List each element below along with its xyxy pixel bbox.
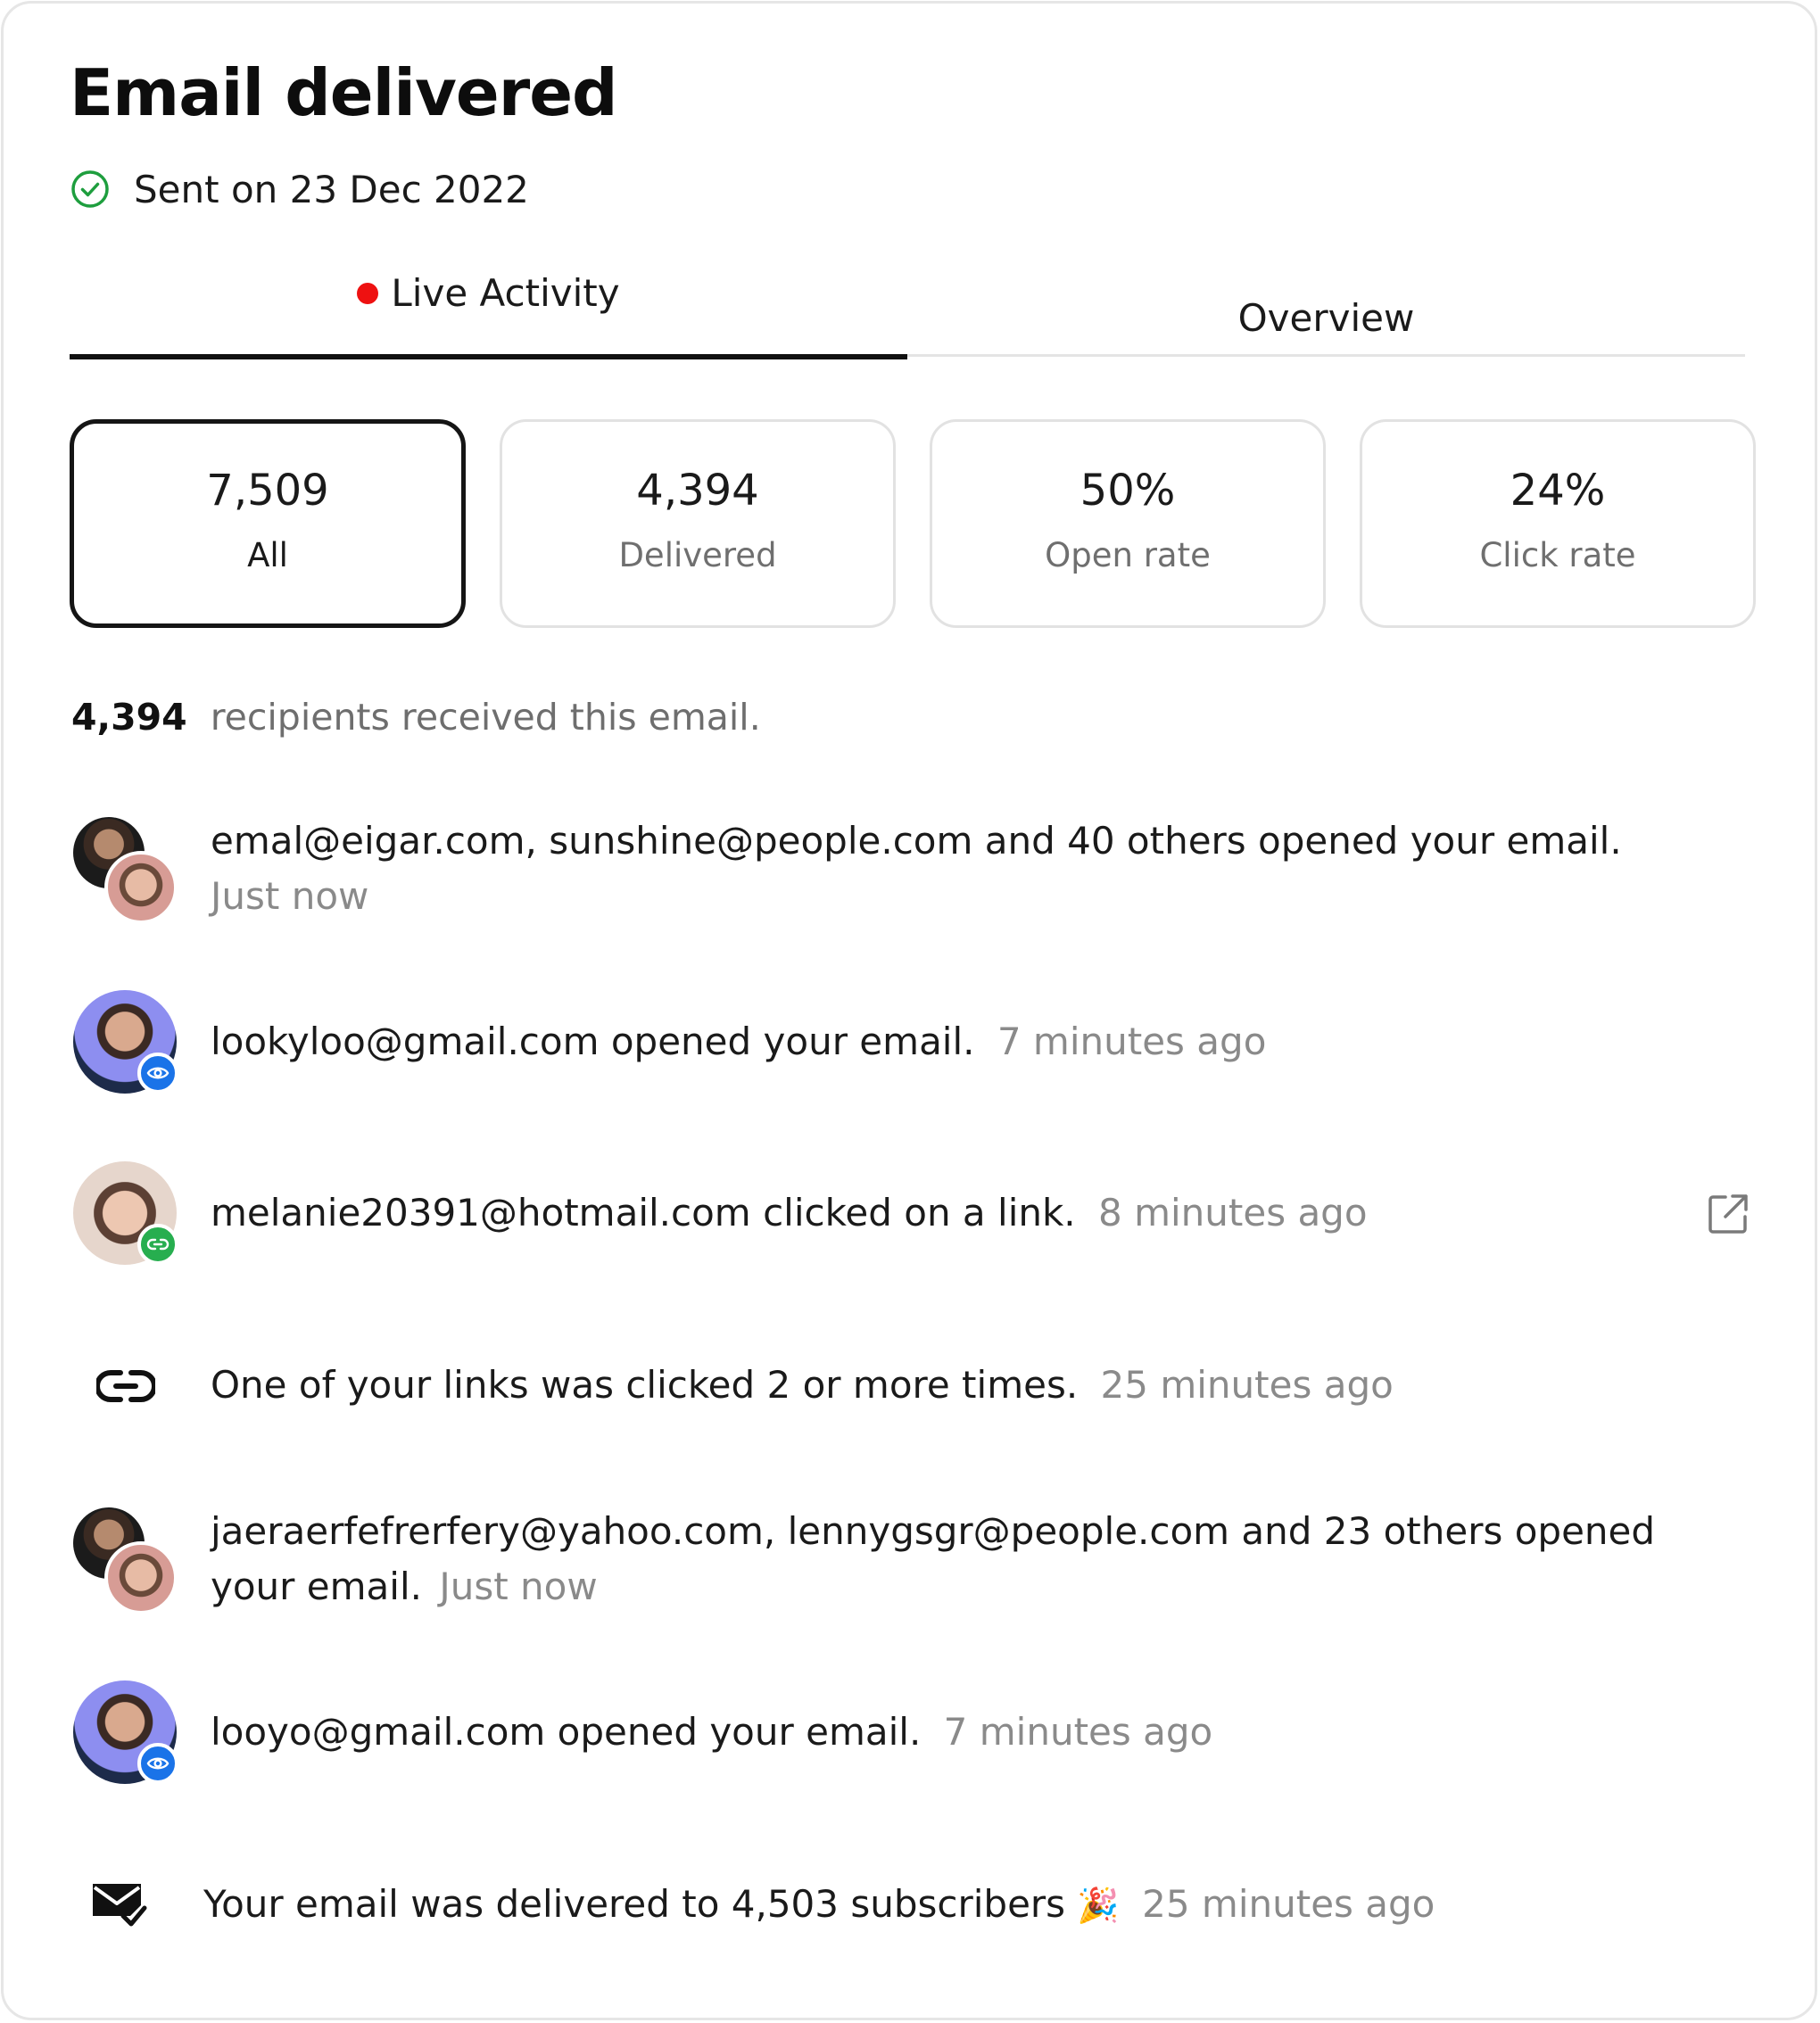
avatar bbox=[104, 851, 178, 924]
check-circle-icon bbox=[71, 170, 109, 208]
group-avatar bbox=[73, 1507, 180, 1614]
tab-overview[interactable]: Overview bbox=[907, 259, 1745, 357]
page-title: Email delivered bbox=[70, 55, 618, 130]
activity-time: 8 minutes ago bbox=[1098, 1191, 1368, 1234]
activity-item: looyo@gmail.com opened your email. 7 min… bbox=[211, 1705, 1212, 1760]
badge bbox=[137, 1224, 178, 1265]
stat-label: Delivered bbox=[618, 535, 777, 574]
activity-text: emal@eigar.com, sunshine@people.com and … bbox=[211, 819, 1622, 863]
tab-live-activity[interactable]: Live Activity bbox=[70, 259, 907, 359]
mail-check-icon bbox=[93, 1884, 147, 1927]
avatar-with-badge bbox=[73, 1680, 180, 1788]
activity-time: 25 minutes ago bbox=[1142, 1882, 1435, 1926]
stat-card-click-rate[interactable]: 24% Click rate bbox=[1360, 419, 1756, 628]
stat-label: Click rate bbox=[1479, 535, 1636, 574]
activity-item: melanie20391@hotmail.com clicked on a li… bbox=[211, 1185, 1368, 1241]
tab-overview-label: Overview bbox=[1237, 295, 1415, 340]
stat-label: All bbox=[247, 535, 288, 574]
activity-time: 7 minutes ago bbox=[943, 1710, 1213, 1754]
activity-time: 7 minutes ago bbox=[997, 1020, 1267, 1063]
stat-value: 50% bbox=[1080, 465, 1176, 516]
activity-text: Your email was delivered to 4,503 subscr… bbox=[203, 1882, 1066, 1926]
activity-text: melanie20391@hotmail.com clicked on a li… bbox=[211, 1191, 1076, 1234]
tab-live-activity-label: Live Activity bbox=[391, 271, 620, 315]
activity-time: 25 minutes ago bbox=[1100, 1363, 1394, 1407]
live-indicator-dot bbox=[357, 282, 379, 304]
link-icon bbox=[146, 1238, 170, 1251]
external-link-icon[interactable] bbox=[1706, 1192, 1750, 1236]
avatar-with-badge bbox=[73, 1161, 180, 1268]
sent-status: Sent on 23 Dec 2022 bbox=[70, 161, 529, 218]
activity-text: looyo@gmail.com opened your email. bbox=[211, 1710, 922, 1754]
activity-item: One of your links was clicked 2 or more … bbox=[211, 1358, 1394, 1413]
avatar-with-badge bbox=[73, 990, 180, 1097]
link-icon bbox=[96, 1370, 155, 1402]
activity-text: lookyloo@gmail.com opened your email. bbox=[211, 1020, 975, 1063]
tab-bar: Live Activity Overview bbox=[70, 259, 1745, 359]
activity-time: Just now bbox=[211, 874, 369, 918]
recipients-summary: 4,394 recipients received this email. bbox=[71, 696, 761, 739]
recipients-count: 4,394 bbox=[71, 696, 187, 739]
stat-card-delivered[interactable]: 4,394 Delivered bbox=[500, 419, 896, 628]
activity-item: lookyloo@gmail.com opened your email. 7 … bbox=[211, 1014, 1266, 1069]
party-popper-emoji: 🎉 bbox=[1077, 1886, 1120, 1925]
activity-time: Just now bbox=[439, 1565, 598, 1608]
badge bbox=[137, 1743, 178, 1784]
activity-item: Your email was delivered to 4,503 subscr… bbox=[203, 1877, 1435, 1933]
stat-card-open-rate[interactable]: 50% Open rate bbox=[930, 419, 1326, 628]
activity-text: jaeraerfefrerfery@yahoo.com, lennygsgr@p… bbox=[211, 1509, 1656, 1553]
stat-value: 4,394 bbox=[636, 465, 759, 516]
eye-icon bbox=[146, 1067, 170, 1079]
activity-text: your email. bbox=[211, 1565, 422, 1608]
eye-icon bbox=[146, 1757, 170, 1770]
group-avatar bbox=[73, 817, 180, 924]
stat-value: 24% bbox=[1510, 465, 1606, 516]
avatar bbox=[104, 1541, 178, 1614]
recipients-text: recipients received this email. bbox=[210, 696, 761, 739]
activity-text: One of your links was clicked 2 or more … bbox=[211, 1363, 1079, 1407]
activity-item: your email. Just now bbox=[211, 1559, 598, 1614]
sent-date: Sent on 23 Dec 2022 bbox=[134, 167, 529, 211]
stat-label: Open rate bbox=[1045, 535, 1211, 574]
badge bbox=[137, 1053, 178, 1094]
stat-value: 7,509 bbox=[206, 465, 329, 516]
stat-card-all[interactable]: 7,509 All bbox=[70, 419, 466, 628]
